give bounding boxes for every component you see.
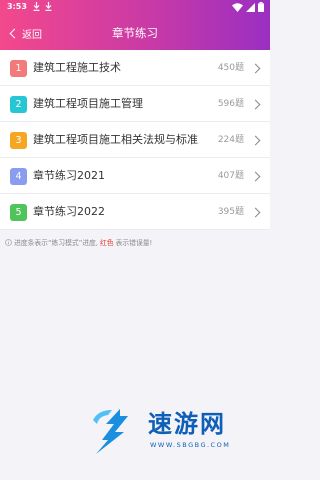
chapter-number-badge: 2 xyxy=(10,96,27,113)
chapter-row-4[interactable]: 4 章节练习2021 407题 xyxy=(0,158,270,194)
speedy-logo-icon xyxy=(93,409,128,454)
chevron-right-icon xyxy=(250,207,261,218)
download-icon xyxy=(33,2,40,11)
chevron-right-icon xyxy=(250,99,261,110)
chapter-list: 1 建筑工程施工技术 450题 2 建筑工程项目施工管理 596题 3 建筑工程… xyxy=(0,50,270,230)
question-count: 395题 xyxy=(217,207,244,217)
chapter-title: 章节练习2021 xyxy=(33,169,105,182)
chapter-number-badge: 4 xyxy=(10,168,27,185)
chevron-right-icon xyxy=(250,135,261,146)
question-count: 224题 xyxy=(217,135,244,145)
chapter-title: 建筑工程项目施工相关法规与标准 xyxy=(33,133,198,146)
status-time: 3:53 xyxy=(7,2,27,11)
watermark-text: 速游网 xyxy=(148,410,226,438)
chevron-right-icon xyxy=(250,63,261,74)
chapter-title: 章节练习2022 xyxy=(33,205,105,218)
app-header: 3:53 返回 章节练习 xyxy=(0,0,270,50)
status-bar: 3:53 xyxy=(0,0,270,14)
chapter-number-badge: 5 xyxy=(10,204,27,221)
chapter-row-1[interactable]: 1 建筑工程施工技术 450题 xyxy=(0,50,270,86)
progress-note: 进度条表示“练习模式”进度, 红色 表示错误量! xyxy=(5,237,152,247)
chapter-title: 建筑工程施工技术 xyxy=(33,61,121,74)
page-title: 章节练习 xyxy=(112,26,158,40)
chapter-number-badge: 3 xyxy=(10,132,27,149)
question-count: 450题 xyxy=(217,63,244,73)
nav-bar: 返回 章节练习 xyxy=(0,20,270,46)
chapter-row-3[interactable]: 3 建筑工程项目施工相关法规与标准 224题 xyxy=(0,122,270,158)
signal-icon xyxy=(246,2,255,12)
question-count: 596题 xyxy=(217,99,244,109)
chapter-row-5[interactable]: 5 章节练习2022 395题 xyxy=(0,194,270,230)
chevron-right-icon xyxy=(250,171,261,182)
note-red: 红色 xyxy=(99,239,114,247)
chapter-row-2[interactable]: 2 建筑工程项目施工管理 596题 xyxy=(0,86,270,122)
battery-icon xyxy=(258,2,264,12)
watermark-logo: 速游网 WWW.SBGBG.COM xyxy=(90,406,260,456)
status-icons xyxy=(232,2,264,12)
chapter-number-badge: 1 xyxy=(10,60,27,77)
note-prefix: 进度条表示“练习模式”进度, xyxy=(14,239,98,247)
watermark-url: WWW.SBGBG.COM xyxy=(150,441,231,449)
chapter-title: 建筑工程项目施工管理 xyxy=(33,97,143,110)
wifi-icon xyxy=(232,2,243,12)
download-icon xyxy=(45,2,52,11)
info-icon xyxy=(5,238,12,246)
question-count: 407题 xyxy=(217,171,244,181)
note-suffix: 表示错误量! xyxy=(115,239,153,247)
